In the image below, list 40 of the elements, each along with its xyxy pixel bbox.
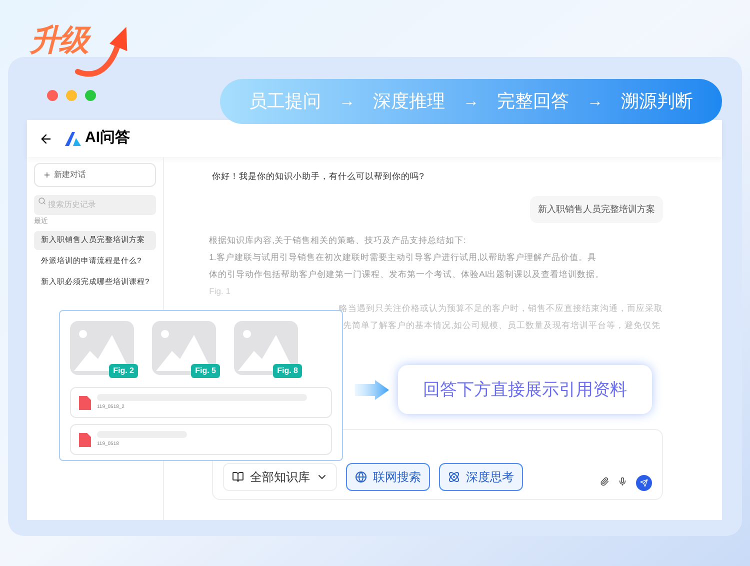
pipeline-step: 员工提问 bbox=[249, 88, 321, 115]
arrow-text: → bbox=[463, 92, 479, 112]
search-icon bbox=[38, 197, 46, 205]
pipeline-step: 深度推理 bbox=[373, 88, 445, 115]
answer-line: 先简单了解客户的基本情况,如公司规模、员工数量及现有培训平台等，避免仅凭 bbox=[342, 319, 662, 332]
answer-line: 根据知识库内容,关于销售相关的策略、技巧及产品支持总结如下: bbox=[209, 234, 467, 248]
answer-line: 略当遇到只关注价格或认为预算不足的客户时，销售不应直接结束沟通，而应采取 bbox=[338, 302, 664, 316]
answer-line: 1.客户建联与试用引导销售在初次建联时需要主动引导客户进行试用,以帮助客户理解产品价值。具 bbox=[209, 251, 598, 264]
image-placeholder-icon bbox=[234, 321, 298, 375]
globe-icon bbox=[355, 471, 368, 483]
toggle-button[interactable]: 深度思考 bbox=[439, 463, 524, 491]
arrow-text: → bbox=[587, 92, 603, 112]
book-icon bbox=[232, 471, 244, 483]
atom-icon bbox=[448, 471, 460, 483]
pipeline-step: 完整回答 bbox=[497, 88, 569, 115]
window-title: AI问答 bbox=[85, 128, 130, 148]
back-icon[interactable] bbox=[39, 132, 53, 146]
knowledge-base-dropdown[interactable]: 全部知识库 bbox=[223, 463, 338, 491]
answer-line: 体的引导动作包括帮助客户创建第一门课程、发布第一个考试、体验AI出题制课以及查看培训数据。 bbox=[209, 268, 606, 282]
arrow-text: → bbox=[339, 92, 355, 112]
user-message-bubble: 新入职销售人员完整培训方案 bbox=[530, 196, 664, 224]
figure-label: Fig. 2 bbox=[109, 364, 138, 378]
figure-label: Fig. 5 bbox=[191, 364, 220, 378]
greeting-message: 你好！我是你的知识小助手，有什么可以帮到你的吗? bbox=[212, 170, 425, 183]
send-icon bbox=[640, 479, 648, 487]
pdf-file-icon bbox=[79, 432, 91, 446]
logo-icon bbox=[65, 132, 81, 146]
toggle-button[interactable]: 联网搜索 bbox=[346, 463, 430, 491]
send-button[interactable] bbox=[636, 475, 652, 491]
pdf-file-icon bbox=[79, 396, 91, 410]
image-placeholder-icon bbox=[70, 321, 134, 375]
plus-icon bbox=[43, 171, 51, 179]
callout: 回答下方直接展示引用资料 bbox=[398, 365, 652, 414]
pipeline-step: 溯源判断 bbox=[621, 88, 693, 115]
new-chat-button[interactable]: 新建对话 bbox=[34, 163, 156, 187]
figure-label: Fig. 8 bbox=[273, 364, 302, 378]
arrow-icon bbox=[355, 380, 389, 400]
mic-icon[interactable] bbox=[618, 477, 628, 486]
image-placeholder-icon bbox=[152, 321, 216, 375]
attach-icon[interactable] bbox=[600, 477, 610, 486]
